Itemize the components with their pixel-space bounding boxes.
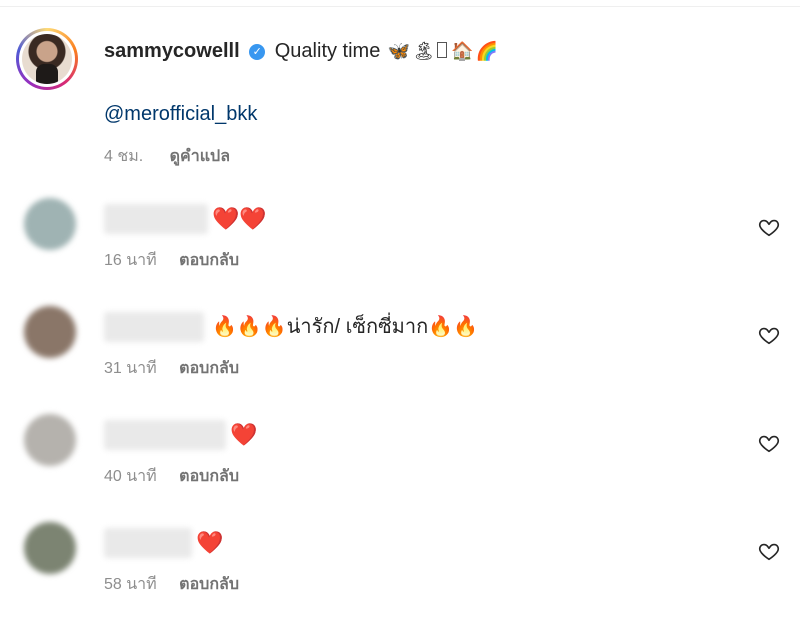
- reply-button[interactable]: ตอบกลับ: [179, 360, 239, 377]
- author-username[interactable]: sammycowelll: [104, 40, 240, 62]
- comment-meta: 40 นาที ตอบกลับ: [104, 464, 239, 489]
- heart-outline-icon[interactable]: [758, 324, 780, 346]
- mention-link[interactable]: @merofficial_bkk: [104, 103, 257, 126]
- heart-outline-icon[interactable]: [758, 540, 780, 562]
- comment-time: 40 นาที: [104, 468, 157, 485]
- commenter-username-blurred[interactable]: [104, 420, 226, 450]
- house-emoji: 🏠: [451, 41, 474, 61]
- see-translation-button[interactable]: ดูคำแปล: [170, 148, 230, 165]
- comment-text: ❤️❤️: [212, 206, 267, 231]
- comment-item: 🔥🔥🔥น่ารัก/ เซ็กซี่มาก🔥🔥 31 นาที ตอบกลับ: [0, 304, 800, 404]
- comment-text: ❤️: [196, 530, 224, 555]
- comment-meta: 31 นาที ตอบกลับ: [104, 356, 239, 381]
- reply-button[interactable]: ตอบกลับ: [179, 252, 239, 269]
- commenter-avatar[interactable]: [24, 414, 76, 466]
- commenter-username-blurred[interactable]: [104, 528, 192, 558]
- heart-outline-icon[interactable]: [758, 216, 780, 238]
- comment-time: 58 นาที: [104, 576, 157, 593]
- reply-button[interactable]: ตอบกลับ: [179, 576, 239, 593]
- verified-badge-icon: ✓: [249, 44, 266, 60]
- reply-button[interactable]: ตอบกลับ: [179, 468, 239, 485]
- top-divider: [0, 6, 800, 7]
- island-emoji: 🏝: [412, 41, 436, 61]
- caption-meta: 4 ชม. ดูคำแปล: [104, 144, 230, 169]
- caption-text: Quality time: [274, 40, 381, 62]
- heart-outline-icon[interactable]: [758, 432, 780, 454]
- author-avatar[interactable]: [16, 28, 78, 90]
- missing-glyph: [437, 42, 448, 58]
- butterfly-emoji: 🦋: [387, 41, 411, 61]
- comment-item: ❤️ 58 นาที ตอบกลับ: [0, 520, 800, 620]
- comment-time: 31 นาที: [104, 360, 157, 377]
- comment-item: ❤️ 40 นาที ตอบกลับ: [0, 412, 800, 512]
- caption-time: 4 ชม.: [104, 148, 144, 165]
- comment-text: ❤️: [230, 422, 258, 447]
- rainbow-emoji: 🌈: [475, 41, 499, 61]
- caption-line: sammycowelll ✓ Quality time 🦋 🏝 🏠 🌈: [104, 40, 498, 63]
- avatar-photo: [22, 34, 72, 84]
- commenter-username-blurred[interactable]: [104, 312, 204, 342]
- comment-time: 16 นาที: [104, 252, 157, 269]
- comment-meta: 58 นาที ตอบกลับ: [104, 572, 239, 597]
- comment-meta: 16 นาที ตอบกลับ: [104, 248, 239, 273]
- comment-item: ❤️❤️ 16 นาที ตอบกลับ: [0, 196, 800, 296]
- comment-text: 🔥🔥🔥น่ารัก/ เซ็กซี่มาก🔥🔥: [212, 316, 478, 338]
- commenter-username-blurred[interactable]: [104, 204, 208, 234]
- commenter-avatar[interactable]: [24, 522, 76, 574]
- commenter-avatar[interactable]: [24, 306, 76, 358]
- commenter-avatar[interactable]: [24, 198, 76, 250]
